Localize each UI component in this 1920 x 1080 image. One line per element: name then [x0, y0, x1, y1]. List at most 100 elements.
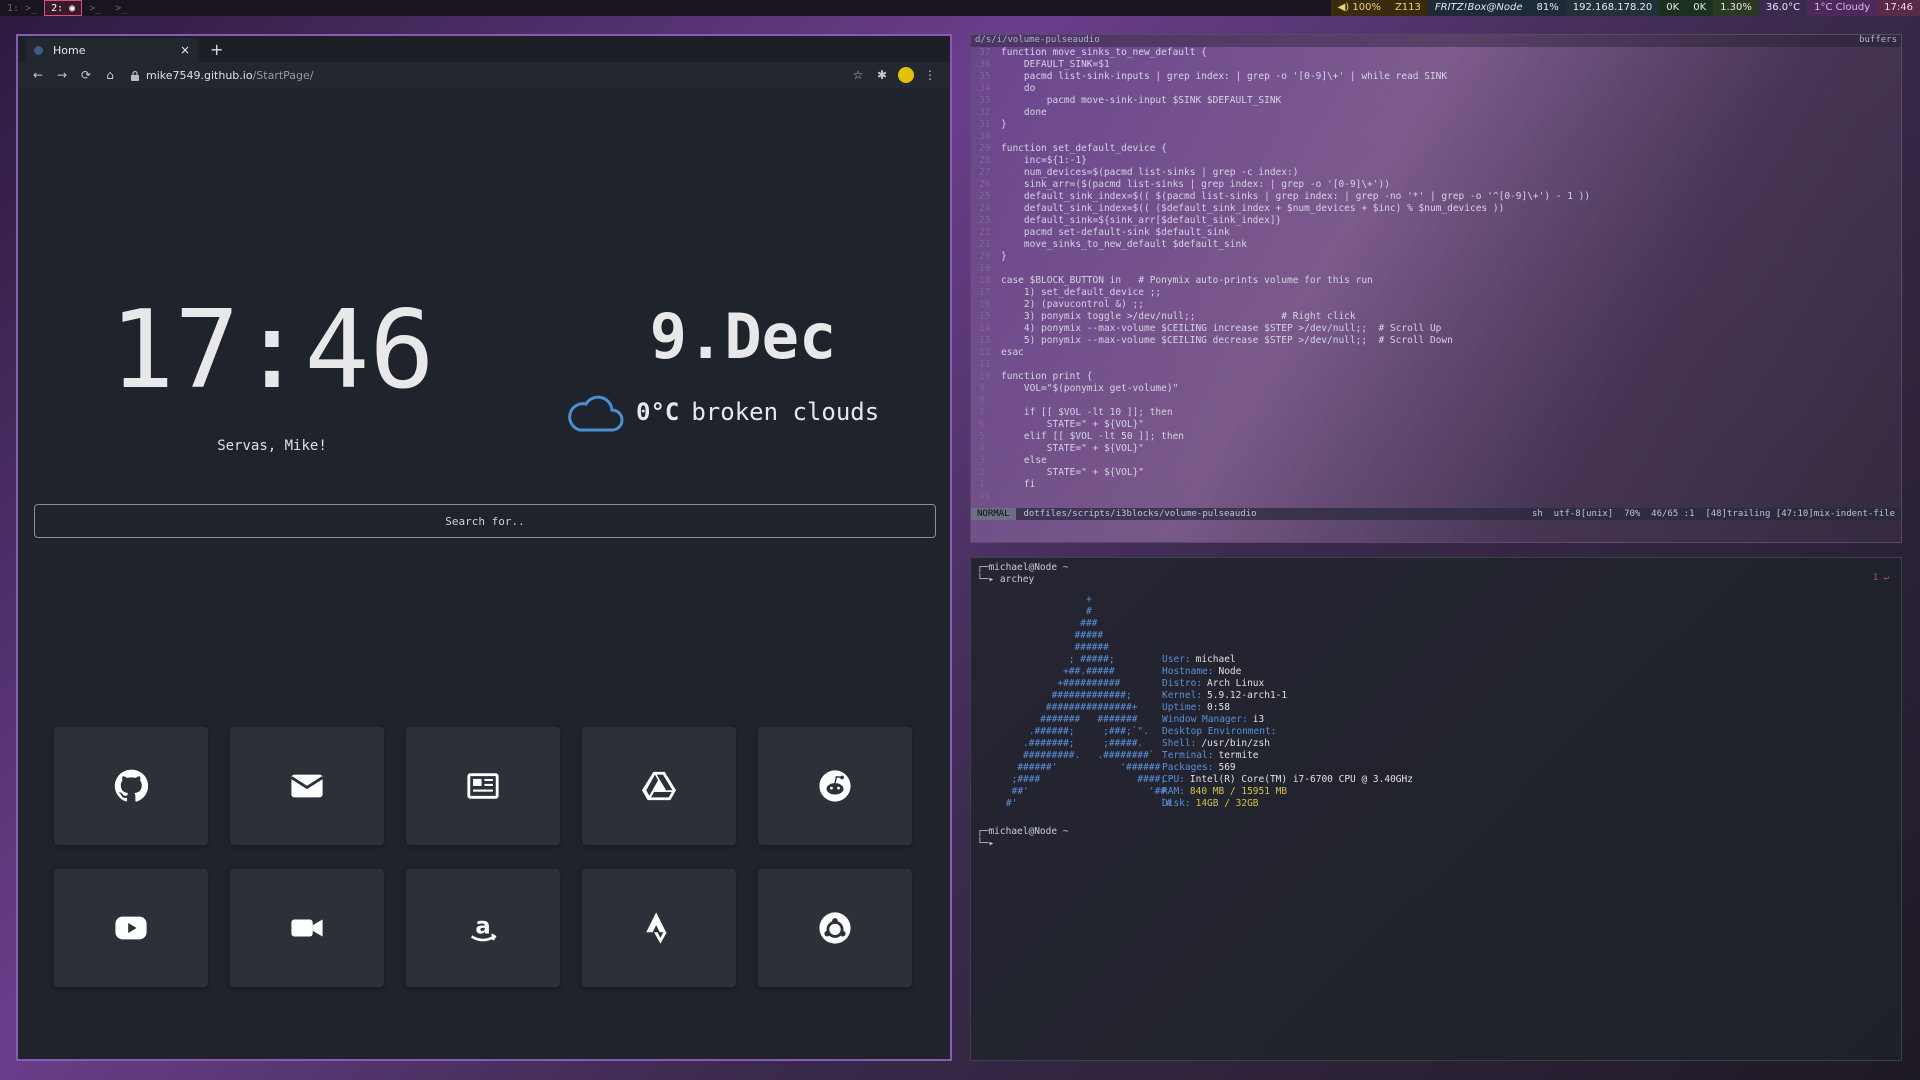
code-line: 32 done — [979, 107, 1901, 119]
shortcut-mail[interactable] — [230, 727, 384, 845]
line-text: else — [1001, 455, 1047, 466]
start-page: 17:46 Servas, Mike! 9.Dec 0°C broken clo… — [18, 88, 950, 1059]
info-value: 569 — [1218, 762, 1236, 773]
info-row: Desktop Environment: — [1162, 726, 1413, 738]
line-text: function print { — [1001, 371, 1093, 382]
editor-buffers-label[interactable]: buffers — [1859, 35, 1897, 47]
shortcut-strava[interactable] — [582, 869, 736, 987]
cpu-block: 1.30% — [1713, 0, 1759, 16]
line-text: STATE=" + ${VOL}" — [1001, 419, 1144, 430]
extensions-icon[interactable]: ✱ — [870, 68, 894, 82]
info-row: Packages: 569 — [1162, 762, 1413, 774]
code-line: 36 DEFAULT_SINK=$1 — [979, 59, 1901, 71]
info-row: Distro: Arch Linux — [1162, 678, 1413, 690]
url-host: mike7549.github.io — [146, 68, 253, 82]
home-button[interactable]: ⌂ — [98, 68, 122, 82]
workspace-1[interactable]: 1: >_ — [0, 0, 44, 16]
back-button[interactable]: ← — [26, 68, 50, 82]
greeting: Servas, Mike! — [217, 438, 327, 454]
line-text: pacmd set-default-sink $default_sink — [1001, 227, 1230, 238]
workspace-3[interactable]: >_ — [82, 0, 108, 16]
line-number: 22 — [979, 227, 991, 238]
line-number: 6 — [979, 419, 985, 430]
line-number: 20 — [979, 251, 991, 262]
workspace-2[interactable]: 2: ◉ — [44, 0, 83, 16]
reddit-icon — [819, 770, 851, 802]
line-number: 28 — [979, 155, 991, 166]
line-number: 25 — [979, 191, 991, 202]
workspace-4[interactable]: >_ — [108, 0, 134, 16]
line-number: 31 — [979, 119, 991, 130]
line-number: 13 — [979, 335, 991, 346]
info-value: 0:58 — [1207, 702, 1230, 713]
code-line: 28 inc=${1:-1} — [979, 155, 1901, 167]
youtube-icon — [115, 916, 147, 940]
time-block: 17:46 — [1877, 0, 1920, 16]
line-number: 7 — [979, 407, 985, 418]
net-down-block: 0K — [1659, 0, 1687, 16]
wifi-signal-block: 81% — [1529, 0, 1566, 16]
code-line: 35 pacmd list-sink-inputs | grep index: … — [979, 71, 1901, 83]
search-input[interactable] — [34, 504, 936, 538]
shortcut-ubuntu[interactable] — [758, 869, 912, 987]
code-line: 19 — [979, 263, 1901, 275]
volume-block[interactable]: ◀) 100% — [1330, 0, 1388, 16]
tab-bar: Home × + — [18, 36, 950, 62]
line-number: 32 — [979, 107, 991, 118]
bookmark-star-icon[interactable]: ☆ — [846, 68, 870, 82]
forward-button[interactable]: → — [50, 68, 74, 82]
line-number: 26 — [979, 179, 991, 190]
address-bar[interactable]: mike7549.github.io/StartPage/ — [130, 65, 838, 85]
info-row: CPU: Intel(R) Core(TM) i7-6700 CPU @ 3.40… — [1162, 774, 1413, 786]
tab-home[interactable]: Home × — [26, 38, 198, 62]
line-text: 3) ponymix toggle >/dev/null;; # Right c… — [1001, 311, 1356, 322]
prompt-user-2: michael@Node ~ — [988, 826, 1069, 837]
line-text: 5) ponymix --max-volume $CEILING decreas… — [1001, 335, 1453, 346]
line-text: STATE=" + ${VOL}" — [1001, 443, 1144, 454]
wifi-block[interactable]: FRITZ!Box@Node — [1427, 0, 1530, 16]
browser-menu-icon[interactable]: ⋮ — [918, 68, 942, 82]
url-path: /StartPage/ — [252, 68, 314, 82]
info-value: Intel(R) Core(TM) i7-6700 CPU @ 3.40GHz — [1189, 774, 1413, 785]
code-line: 21 move_sinks_to_new_default $default_si… — [979, 239, 1901, 251]
weather-description: broken clouds — [691, 398, 880, 426]
line-text: DEFAULT_SINK=$1 — [1001, 59, 1110, 70]
shortcut-amazon[interactable]: a — [406, 869, 560, 987]
line-number: 46 — [979, 491, 991, 502]
shortcut-news[interactable] — [406, 727, 560, 845]
terminal-window[interactable]: ┌─michael@Node ~ └─▸ archey 1 ↵ + # ### … — [970, 557, 1902, 1061]
shortcut-drive[interactable] — [582, 727, 736, 845]
editor-statusline: NORMAL dotfiles/scripts/i3blocks/volume-… — [971, 508, 1901, 520]
prompt-command-line: └─▸ archey — [977, 574, 1035, 585]
line-text: default_sink=${sink_arr[$default_sink_in… — [1001, 215, 1282, 226]
close-tab-icon[interactable]: × — [180, 43, 190, 57]
code-line: 26 sink_arr=($(pacmd list-sinks | grep i… — [979, 179, 1901, 191]
line-number: 10 — [979, 371, 991, 382]
shortcut-grid: a — [54, 727, 918, 987]
shortcut-github[interactable] — [54, 727, 208, 845]
line-text: STATE=" + ${VOL}" — [1001, 467, 1144, 478]
prompt-command: archey — [999, 574, 1035, 585]
editor-status-file: dotfiles/scripts/i3blocks/volume-pulseau… — [1023, 509, 1257, 519]
info-key: Disk: — [1162, 798, 1191, 809]
info-key: Terminal: — [1162, 750, 1214, 761]
line-text: num_devices=$(pacmd list-sinks | grep -c… — [1001, 167, 1299, 178]
code-area[interactable]: 37 function move_sinks_to_new_default {36… — [971, 47, 1901, 503]
line-number: 30 — [979, 131, 991, 142]
info-row: Shell: /usr/bin/zsh — [1162, 738, 1413, 750]
shortcut-reddit[interactable] — [758, 727, 912, 845]
code-line: 9 VOL="$(ponymix get-volume)" — [979, 383, 1901, 395]
profile-avatar[interactable] — [894, 67, 918, 83]
shortcut-video[interactable] — [230, 869, 384, 987]
line-text: case $BLOCK_BUTTON in # Ponymix auto-pri… — [1001, 275, 1373, 286]
prompt-line-1: ┌─michael@Node ~ — [977, 562, 1069, 573]
line-text: 4) ponymix --max-volume $CEILING increas… — [1001, 323, 1442, 334]
weather-widget: 0°C broken clouds — [566, 390, 879, 434]
code-line: 25 default_sink_index=$(( $(pacmd list-s… — [979, 191, 1901, 203]
info-value: 14GB / 32GB — [1195, 798, 1259, 809]
new-tab-button[interactable]: + — [210, 40, 223, 59]
reload-button[interactable]: ⟳ — [74, 68, 98, 82]
shortcut-youtube[interactable] — [54, 869, 208, 987]
line-text: default_sink_index=$(( ($default_sink_in… — [1001, 203, 1505, 214]
weather-temperature: 0°C — [636, 398, 680, 426]
